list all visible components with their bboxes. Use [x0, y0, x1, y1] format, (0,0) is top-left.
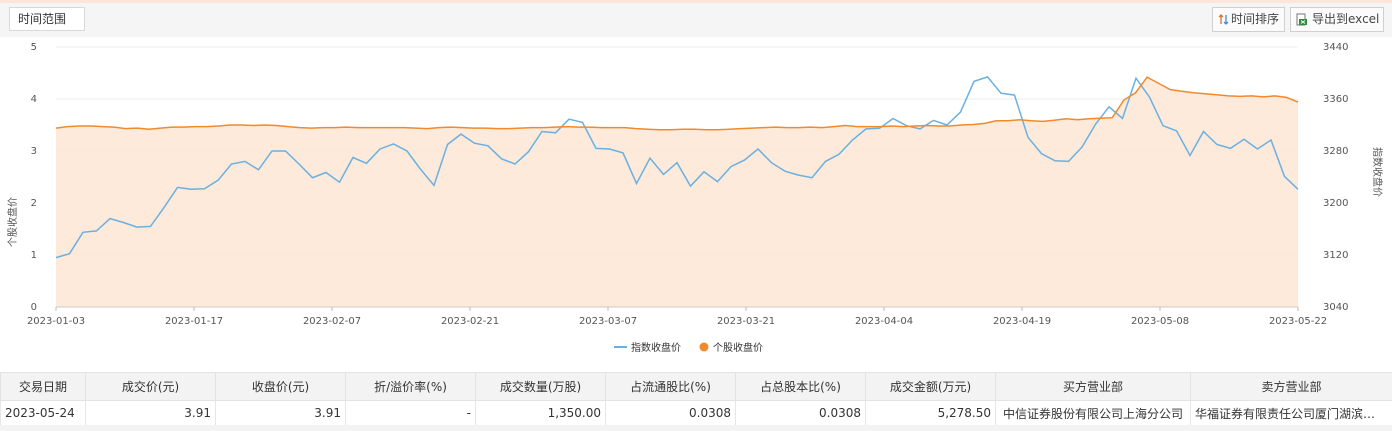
- time-sort-label: 时间排序: [1231, 12, 1280, 26]
- legend-stock-swatch[interactable]: [699, 342, 709, 352]
- y-right-axis-title: 指数收盘价: [1371, 147, 1384, 197]
- y-left-tick-label: 1: [31, 250, 37, 261]
- chart-legend: 指数收盘价 个股收盘价: [614, 341, 763, 354]
- cell-trade-price: 3.91: [85, 400, 216, 426]
- cell-float-ratio: 0.0308: [605, 400, 736, 426]
- y-left-tick-label: 0: [31, 302, 37, 313]
- header-volume[interactable]: 成交数量(万股): [475, 372, 606, 401]
- y-right-tick-label: 3440: [1323, 42, 1348, 53]
- y-axis-right: 3040 3120 3200 3280 3360 3440: [1323, 42, 1348, 313]
- y-left-tick-label: 3: [31, 146, 37, 157]
- export-excel-label: 导出到excel: [1312, 12, 1380, 26]
- header-trade-price[interactable]: 成交价(元): [85, 372, 216, 401]
- x-tick-label: 2023-01-03: [27, 316, 85, 327]
- cell-close-price: 3.91: [215, 400, 346, 426]
- time-range-label: 时间范围: [18, 12, 67, 26]
- cell-buyer-branch[interactable]: 中信证券股份有限公司上海分公司: [995, 400, 1191, 426]
- cell-amount: 5,278.50: [865, 400, 996, 426]
- sort-arrows-icon: [1218, 14, 1229, 25]
- x-tick-label: 2023-04-19: [993, 316, 1051, 327]
- header-premium-rate[interactable]: 折/溢价率(%): [345, 372, 476, 401]
- price-chart: 0 1 2 3 4 5 3040 3120 3200 3280 3360 3440 2023-01-…: [6, 42, 1384, 354]
- y-right-tick-label: 3200: [1323, 198, 1348, 209]
- y-axis-left: 0 1 2 3 4 5: [31, 42, 37, 313]
- cell-trade-date: 2023-05-24: [0, 400, 86, 426]
- x-tick-label: 2023-03-21: [717, 316, 775, 327]
- y-right-tick-label: 3120: [1323, 250, 1348, 261]
- header-seller-branch[interactable]: 卖方营业部: [1190, 372, 1392, 401]
- cell-seller-branch[interactable]: 华福证券有限责任公司厦门湖滨…: [1190, 400, 1392, 426]
- stock-price-area: [56, 77, 1298, 307]
- block-trade-table: 交易日期 成交价(元) 收盘价(元) 折/溢价率(%) 成交数量(万股) 占流通…: [0, 372, 1392, 426]
- table-row[interactable]: 2023-05-24 3.91 3.91 - 1,350.00 0.0308 0…: [0, 400, 1392, 426]
- header-float-ratio[interactable]: 占流通股比(%): [605, 372, 736, 401]
- y-left-tick-label: 2: [31, 198, 37, 209]
- x-tick-label: 2023-05-22: [1269, 316, 1327, 327]
- x-tick-label: 2023-04-04: [855, 316, 913, 327]
- legend-stock-label[interactable]: 个股收盘价: [713, 341, 763, 354]
- header-buyer-branch[interactable]: 买方营业部: [995, 372, 1191, 401]
- time-sort-button[interactable]: 时间排序: [1212, 7, 1285, 32]
- x-tick-label: 2023-02-21: [441, 316, 499, 327]
- header-close-price[interactable]: 收盘价(元): [215, 372, 346, 401]
- header-trade-date[interactable]: 交易日期: [0, 372, 86, 401]
- x-tick-label: 2023-05-08: [1131, 316, 1189, 327]
- x-tick-label: 2023-03-07: [579, 316, 637, 327]
- cell-volume: 1,350.00: [475, 400, 606, 426]
- cell-total-ratio: 0.0308: [735, 400, 866, 426]
- y-right-tick-label: 3280: [1323, 146, 1348, 157]
- x-axis: 2023-01-03 2023-01-17 2023-02-07 2023-02-21…: [27, 306, 1327, 327]
- y-left-tick-label: 5: [31, 42, 37, 53]
- x-tick-label: 2023-02-07: [303, 316, 361, 327]
- table-bottom-strip: [0, 425, 1392, 431]
- y-right-tick-label: 3040: [1323, 302, 1348, 313]
- table-header-row: 交易日期 成交价(元) 收盘价(元) 折/溢价率(%) 成交数量(万股) 占流通…: [0, 372, 1392, 401]
- toolbar: 时间范围 时间排序 导出到excel: [0, 3, 1392, 37]
- export-excel-button[interactable]: 导出到excel: [1290, 7, 1384, 32]
- time-range-selector[interactable]: 时间范围: [9, 7, 85, 31]
- y-left-axis-title: 个股收盘价: [6, 197, 19, 247]
- x-tick-label: 2023-01-17: [165, 316, 223, 327]
- header-amount[interactable]: 成交金额(万元): [865, 372, 996, 401]
- cell-premium-rate: -: [345, 400, 476, 426]
- excel-export-icon: [1296, 13, 1307, 26]
- y-right-tick-label: 3360: [1323, 94, 1348, 105]
- legend-index-label[interactable]: 指数收盘价: [631, 341, 681, 354]
- y-left-tick-label: 4: [31, 94, 37, 105]
- header-total-ratio[interactable]: 占总股本比(%): [735, 372, 866, 401]
